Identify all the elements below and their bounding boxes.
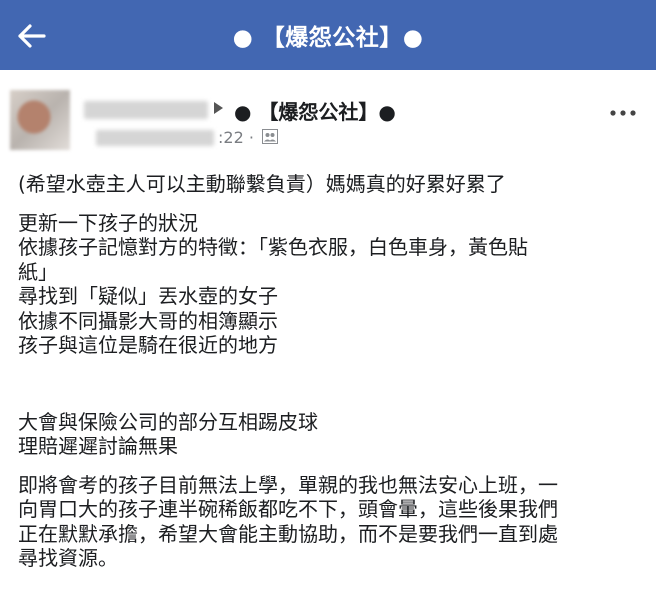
more-options-button[interactable] bbox=[608, 98, 638, 128]
post-line: 大會與保險公司的部分互相踢皮球 bbox=[18, 409, 318, 434]
friends-icon bbox=[262, 129, 278, 144]
post-line: 依據孩子記憶對方的特徵：「紫色衣服，白色車身，黃色貼 bbox=[18, 235, 528, 259]
blurred-author-name bbox=[84, 101, 208, 119]
post-line: 更新一下孩子的狀況 bbox=[18, 210, 198, 235]
post-line: 向胃口大的孩子連半碗稀飯都吃不下，頭會暈，這些後果我們 bbox=[18, 497, 558, 521]
post-paragraph: 即將會考的孩子目前無法上學，單親的我也無法安心上班，一 向胃口大的孩子連半碗稀飯… bbox=[18, 473, 640, 571]
post-line: 尋找到「疑似」丟水壺的女子 bbox=[18, 284, 278, 308]
post-line: 紙」 bbox=[18, 259, 58, 284]
blurred-date bbox=[96, 130, 214, 146]
post-line: (希望水壺主人可以主動聯繫負責）媽媽真的好累好累了 bbox=[18, 172, 506, 196]
post-line: 理賠遲遲討論無果 bbox=[18, 434, 178, 458]
top-navigation-bar: ● 【爆怨公社】● bbox=[0, 0, 656, 70]
post-paragraph: 更新一下孩子的狀況 依據孩子記憶對方的特徵：「紫色衣服，白色車身，黃色貼 紙」 … bbox=[18, 211, 640, 358]
more-horizontal-icon bbox=[610, 110, 636, 116]
caret-right-icon bbox=[214, 102, 223, 114]
post-line: 孩子與這位是騎在很近的地方 bbox=[18, 333, 278, 357]
post-header: ● 【爆怨公社】● :22 · bbox=[0, 70, 656, 160]
post-timestamp[interactable]: :22 · bbox=[218, 128, 254, 147]
post-paragraph: (希望水壺主人可以主動聯繫負責）媽媽真的好累好累了 bbox=[18, 172, 640, 197]
page-title: ● 【爆怨公社】● bbox=[232, 25, 424, 51]
post-line: 依據不同攝影大哥的相簿顯示 bbox=[18, 308, 278, 333]
post-body: (希望水壺主人可以主動聯繫負責）媽媽真的好累好累了 更新一下孩子的狀況 依據孩子… bbox=[18, 172, 640, 585]
post-line: 即將會考的孩子目前無法上學，單親的我也無法安心上班，一 bbox=[18, 472, 558, 497]
page-name-link[interactable]: ● 【爆怨公社】● bbox=[234, 96, 396, 125]
post-line: 尋找資源。 bbox=[18, 546, 118, 570]
post-paragraph: 大會與保險公司的部分互相踢皮球 理賠遲遲討論無果 bbox=[18, 410, 640, 459]
post-line: 正在默默承擔，希望大會能主動協助，而不是要我們一直到處 bbox=[18, 521, 558, 546]
avatar[interactable] bbox=[10, 90, 70, 150]
